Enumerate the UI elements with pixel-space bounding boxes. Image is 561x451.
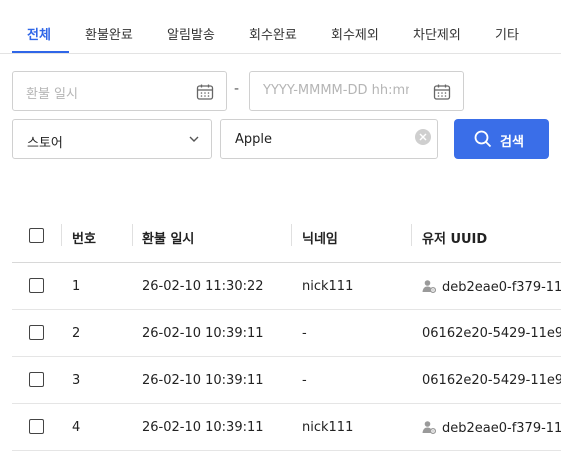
user-uuid-text: deb2eae0-f379-11 <box>442 280 561 295</box>
table-row[interactable]: 1 26-02-10 11:30:22 nick111 deb2eae0-f37… <box>12 263 561 310</box>
row-user-uuid: deb2eae0-f379-11 <box>422 420 561 436</box>
select-all-checkbox[interactable] <box>29 228 44 243</box>
tab-notification-sent[interactable]: 알림발송 <box>167 24 215 43</box>
platform-select[interactable]: Apple <box>220 119 438 159</box>
header-refund-time: 환불 일시 <box>142 232 195 247</box>
column-divider <box>411 224 412 246</box>
row-refund-time: 26-02-10 10:39:11 <box>142 373 264 388</box>
table-header: 번호 환불 일시 닉네임 유저 UUID <box>12 212 561 263</box>
refund-table: 번호 환불 일시 닉네임 유저 UUID 1 26-02-10 11:30:22… <box>12 212 561 451</box>
tab-recovery-excluded[interactable]: 회수제외 <box>331 24 379 43</box>
refund-date-start-input[interactable]: 환불 일시 <box>12 71 227 111</box>
tab-other[interactable]: 기타 <box>495 24 519 43</box>
user-uuid-text: deb2eae0-f379-11 <box>442 421 561 436</box>
search-button[interactable]: 검색 <box>454 119 549 159</box>
user-settings-icon <box>422 421 436 434</box>
header-number: 번호 <box>72 232 96 247</box>
column-divider <box>132 224 133 246</box>
row-checkbox[interactable] <box>29 419 44 434</box>
row-checkbox[interactable] <box>29 278 44 293</box>
row-checkbox[interactable] <box>29 325 44 340</box>
refund-date-end-input[interactable]: YYYY-MMMM-DD hh:mm <box>249 71 464 111</box>
date-range-separator: - <box>234 81 240 97</box>
table-row[interactable]: 2 26-02-10 10:39:11 - 06162e20-5429-11e9 <box>12 310 561 357</box>
date-end-placeholder: YYYY-MMMM-DD hh:mm <box>263 83 409 98</box>
search-button-label: 검색 <box>500 135 524 150</box>
status-tabs: 전체 환불완료 알림발송 회수완료 회수제외 차단제외 기타 <box>0 0 561 54</box>
row-refund-time: 26-02-10 11:30:22 <box>142 279 264 294</box>
tab-recovery-complete[interactable]: 회수완료 <box>249 24 297 43</box>
calendar-icon[interactable] <box>196 83 214 101</box>
platform-clear-button[interactable] <box>415 129 431 145</box>
row-user-uuid: 06162e20-5429-11e9 <box>422 326 561 341</box>
row-refund-time: 26-02-10 10:39:11 <box>142 326 264 341</box>
calendar-icon[interactable] <box>433 83 451 101</box>
table-row[interactable]: 3 26-02-10 10:39:11 - 06162e20-5429-11e9 <box>12 357 561 404</box>
search-icon <box>474 130 492 148</box>
date-start-placeholder: 환불 일시 <box>26 87 78 102</box>
row-number: 3 <box>72 373 81 388</box>
row-number: 1 <box>72 279 81 294</box>
header-nickname: 닉네임 <box>302 232 338 247</box>
row-number: 2 <box>72 326 81 341</box>
row-nickname: nick111 <box>302 279 354 294</box>
column-divider <box>61 224 62 246</box>
active-tab-indicator <box>12 51 69 53</box>
row-nickname: - <box>302 373 307 388</box>
row-refund-time: 26-02-10 10:39:11 <box>142 420 264 435</box>
user-settings-icon <box>422 280 436 293</box>
header-user-uuid: 유저 UUID <box>422 232 488 247</box>
chevron-down-icon <box>189 136 199 142</box>
store-select-value: 스토어 <box>27 136 63 151</box>
row-number: 4 <box>72 420 81 435</box>
tab-all[interactable]: 전체 <box>27 24 51 43</box>
tab-refund-complete[interactable]: 환불완료 <box>85 24 133 43</box>
row-user-uuid: deb2eae0-f379-11 <box>422 279 561 295</box>
column-divider <box>291 224 292 246</box>
table-row[interactable]: 4 26-02-10 10:39:11 nick111 deb2eae0-f37… <box>12 404 561 451</box>
close-icon <box>419 133 427 141</box>
row-checkbox[interactable] <box>29 372 44 387</box>
tab-block-excluded[interactable]: 차단제외 <box>413 24 461 43</box>
row-nickname: nick111 <box>302 420 354 435</box>
row-user-uuid: 06162e20-5429-11e9 <box>422 373 561 388</box>
store-select[interactable]: 스토어 <box>12 119 212 159</box>
row-nickname: - <box>302 326 307 341</box>
platform-select-value: Apple <box>235 132 273 147</box>
